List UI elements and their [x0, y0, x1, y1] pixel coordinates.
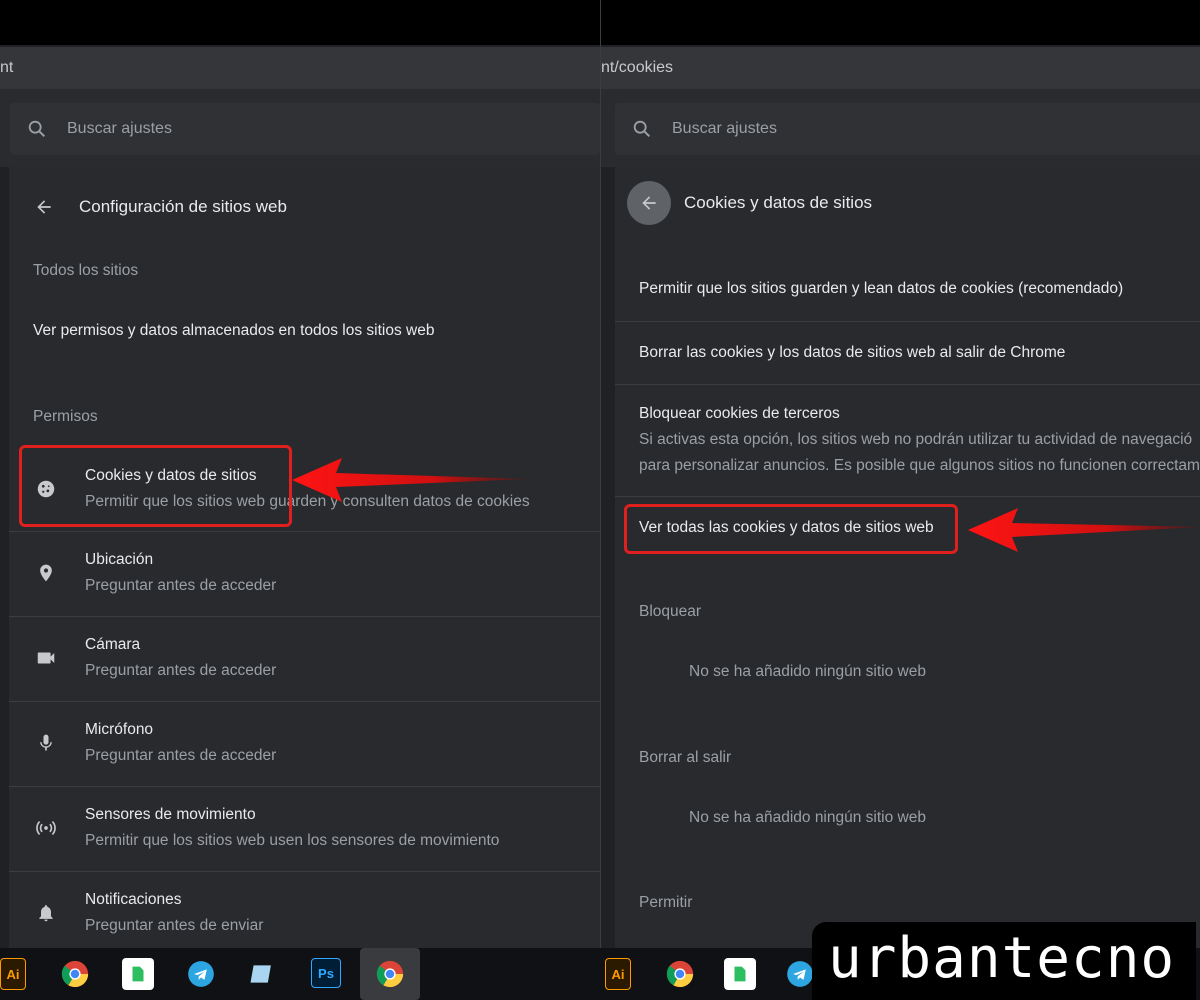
search-input[interactable]: Buscar ajustes — [615, 103, 1200, 155]
back-button[interactable] — [627, 181, 671, 225]
allow-heading: Permitir — [639, 894, 693, 911]
chrome-icon[interactable] — [664, 958, 696, 990]
divider — [9, 531, 600, 532]
back-arrow-icon — [642, 196, 656, 210]
chrome-active-icon[interactable] — [360, 948, 420, 1000]
red-arrow-icon — [292, 458, 528, 502]
divider — [615, 496, 1200, 497]
illustrator-label: Ai — [6, 966, 20, 982]
motion-sensor-icon — [34, 816, 58, 840]
back-button[interactable] — [31, 194, 57, 220]
search-input[interactable]: Buscar ajustes — [10, 103, 600, 155]
search-area: Buscar ajustes — [601, 89, 1200, 167]
search-placeholder: Buscar ajustes — [672, 120, 777, 137]
block-heading: Bloquear — [639, 603, 702, 620]
microphone-item-subtitle: Preguntar antes de acceder — [85, 747, 277, 764]
illustrator-icon[interactable]: Ai — [0, 958, 26, 990]
camera-icon — [34, 646, 58, 670]
location-item-subtitle: Preguntar antes de acceder — [85, 577, 277, 594]
notepad-icon[interactable] — [247, 958, 279, 990]
photoshop-label: Ps — [318, 965, 334, 981]
notifications-item-subtitle: Preguntar antes de enviar — [85, 917, 264, 934]
divider — [615, 384, 1200, 385]
page-title: Cookies y datos de sitios — [684, 193, 873, 212]
camera-item-title[interactable]: Cámara — [85, 636, 140, 654]
telegram-icon[interactable] — [185, 958, 217, 990]
location-item-title[interactable]: Ubicación — [85, 551, 153, 569]
page-title: Configuración de sitios web — [79, 197, 287, 216]
page-header: Cookies y datos de sitios — [627, 180, 872, 226]
cookies-highlight-box — [19, 445, 292, 527]
divider — [9, 616, 600, 617]
microphone-item-title[interactable]: Micrófono — [85, 721, 153, 739]
view-all-highlight-box — [624, 504, 958, 554]
evernote-icon[interactable] — [122, 958, 154, 990]
left-settings-pane: nt Buscar ajustes Configuración de sitio… — [0, 0, 600, 948]
notifications-item-title[interactable]: Notificaciones — [85, 891, 182, 909]
allow-cookies-option[interactable]: Permitir que los sitios guarden y lean d… — [639, 280, 1123, 298]
search-icon — [633, 120, 651, 138]
search-placeholder: Buscar ajustes — [67, 120, 172, 137]
motion-item-subtitle: Permitir que los sitios web usen los sen… — [85, 832, 500, 849]
microphone-icon — [34, 731, 58, 755]
clear-on-exit-option[interactable]: Borrar las cookies y los datos de sitios… — [639, 344, 1065, 362]
photoshop-icon[interactable]: Ps — [311, 958, 341, 988]
illustrator-label: Ai — [611, 966, 625, 982]
back-arrow-icon — [37, 200, 51, 214]
watermark-text: urbantecno — [828, 926, 1176, 991]
all-sites-heading: Todos los sitios — [33, 262, 139, 279]
settings-card: Configuración de sitios web Todos los si… — [9, 167, 600, 948]
red-arrow-icon — [968, 508, 1200, 552]
camera-item-subtitle: Preguntar antes de acceder — [85, 662, 277, 679]
right-settings-pane: nt/cookies Buscar ajustes Cookies y dato… — [601, 0, 1200, 948]
divider — [9, 871, 600, 872]
search-icon — [28, 120, 46, 138]
location-pin-icon — [34, 561, 58, 585]
clear-on-exit-heading: Borrar al salir — [639, 749, 732, 766]
chrome-icon[interactable] — [59, 958, 91, 990]
bell-icon — [34, 901, 58, 925]
block-third-party-desc: para personalizar anuncios. Es posible q… — [639, 457, 1200, 474]
watermark-logo: urbantecno — [812, 922, 1196, 1000]
divider — [9, 701, 600, 702]
block-third-party-option[interactable]: Bloquear cookies de terceros — [639, 405, 840, 423]
url-text: nt/cookies — [601, 59, 674, 76]
block-empty-text: No se ha añadido ningún sitio web — [689, 663, 926, 680]
motion-item-title[interactable]: Sensores de movimiento — [85, 806, 256, 824]
block-third-party-desc: Si activas esta opción, los sitios web n… — [639, 431, 1193, 448]
window-top-bar — [601, 0, 1200, 45]
page-header: Configuración de sitios web — [31, 192, 287, 222]
clear-empty-text: No se ha añadido ningún sitio web — [689, 809, 926, 826]
evernote-icon[interactable] — [724, 958, 756, 990]
url-text: nt — [0, 59, 14, 76]
divider — [615, 321, 1200, 322]
settings-card: Cookies y datos de sitios Permitir que l… — [615, 167, 1200, 948]
all-sites-link[interactable]: Ver permisos y datos almacenados en todo… — [33, 322, 435, 340]
permissions-heading: Permisos — [33, 408, 98, 425]
window-top-bar — [0, 0, 600, 45]
address-bar[interactable]: nt — [0, 47, 600, 89]
search-area: Buscar ajustes — [0, 89, 600, 167]
divider — [9, 786, 600, 787]
address-bar[interactable]: nt/cookies — [601, 47, 1200, 89]
illustrator-icon[interactable]: Ai — [605, 958, 631, 990]
